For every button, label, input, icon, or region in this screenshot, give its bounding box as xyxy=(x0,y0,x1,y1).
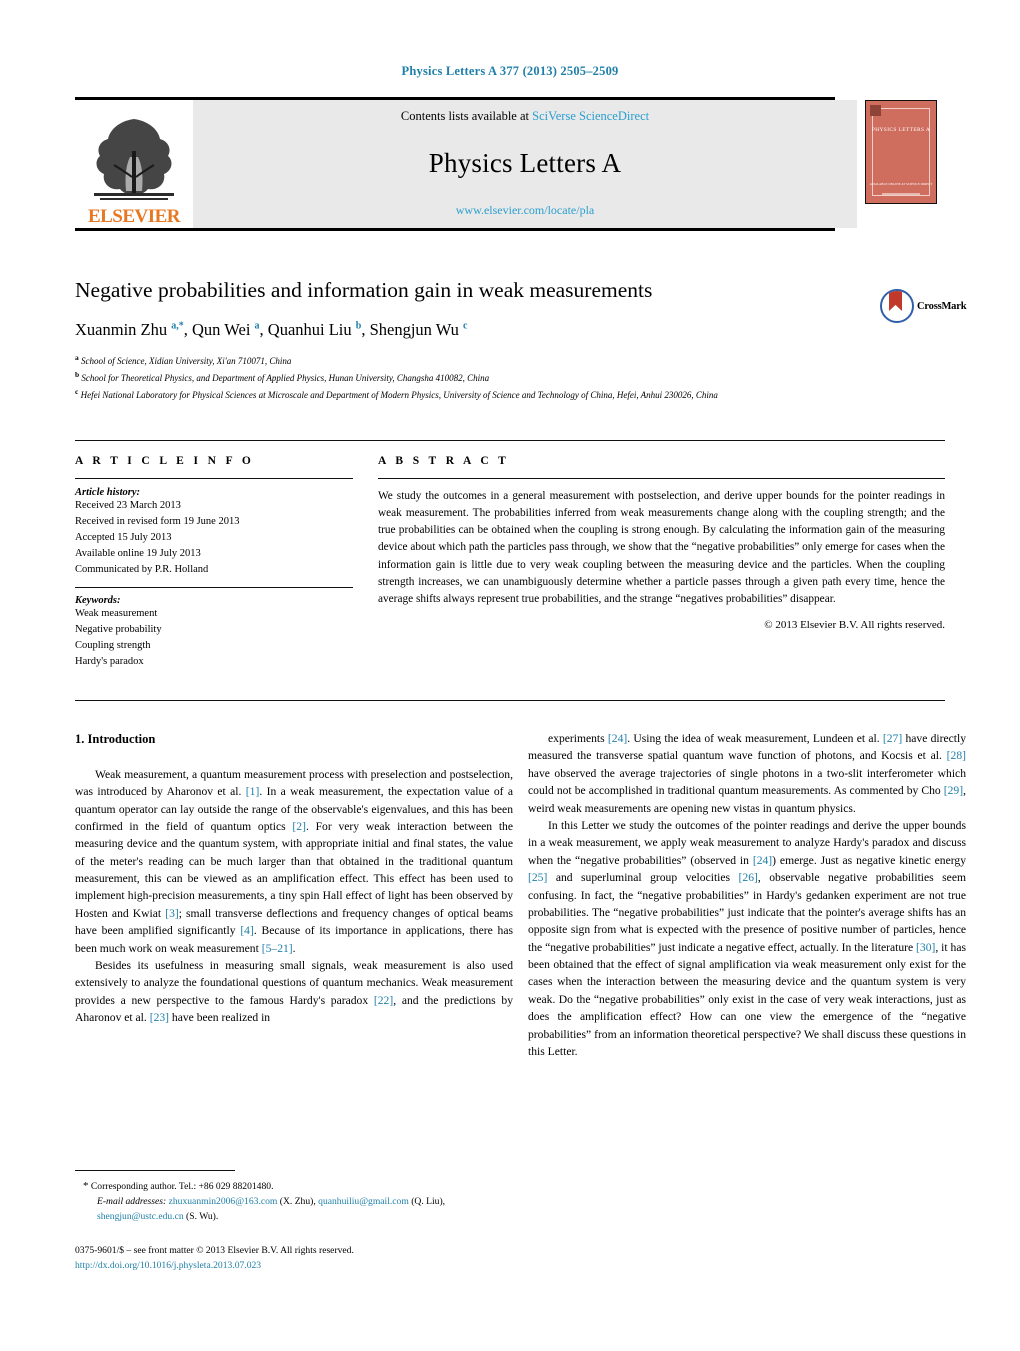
citation-link[interactable]: [28] xyxy=(947,749,966,762)
abstract-text: We study the outcomes in a general measu… xyxy=(378,490,945,605)
keyword-item: Coupling strength xyxy=(75,639,151,651)
footnote-divider xyxy=(75,1170,235,1171)
affiliation-list: a School of Science, Xidian University, … xyxy=(75,352,945,403)
masthead-bottom-rule xyxy=(75,228,835,231)
email-line: E-mail addresses: zhuxuanmin2006@163.com… xyxy=(75,1195,515,1225)
author-name: Quanhui Liu b xyxy=(267,319,362,339)
keywords-divider xyxy=(75,586,353,588)
abstract-copyright: © 2013 Elsevier B.V. All rights reserved… xyxy=(764,619,945,632)
citation-link[interactable]: [27] xyxy=(883,732,902,745)
doi-link[interactable]: http://dx.doi.org/10.1016/j.physleta.201… xyxy=(75,1258,515,1273)
cover-corner-square-icon xyxy=(870,105,881,116)
author-affiliation-mark: c xyxy=(463,320,468,332)
elsevier-wordmark: ELSEVIER xyxy=(87,206,181,227)
affiliation-item: b School for Theoretical Physics, and De… xyxy=(75,369,490,383)
crossmark-badge[interactable]: CrossMark xyxy=(880,282,967,330)
abstract-block: A B S T R A C T We study the outcomes in… xyxy=(378,455,945,631)
article-history-item: Communicated by P.R. Holland xyxy=(75,563,209,575)
keyword-item: Weak measurement xyxy=(75,607,158,619)
author-list: Xuanmin Zhu a,*, Qun Wei a, Quanhui Liu … xyxy=(75,319,468,339)
article-history-item: Accepted 15 July 2013 xyxy=(75,531,172,543)
journal-cover-container: PHYSICS LETTERS A AVAILABLE ONLINE AT SC… xyxy=(857,100,945,228)
colophon: 0375-9601/$ – see front matter © 2013 El… xyxy=(75,1243,515,1274)
journal-masthead: ELSEVIER Contents lists available at Sci… xyxy=(75,97,945,231)
running-head: Physics Letters A 377 (2013) 2505–2509 xyxy=(401,64,619,78)
author-affiliation-mark: a xyxy=(254,320,260,332)
citation-link[interactable]: [30] xyxy=(916,941,935,954)
corresponding-author-text: Corresponding author. Tel.: +86 029 8820… xyxy=(90,1181,274,1192)
body-paragraph: Weak measurement, a quantum measurement … xyxy=(75,767,514,955)
citation-link[interactable]: [2] xyxy=(292,820,306,833)
affiliation-item: a School of Science, Xidian University, … xyxy=(75,352,292,366)
journal-article-first-page: Physics Letters A 377 (2013) 2505–2509 E… xyxy=(0,0,1020,1351)
corresponding-author-footnote: * Corresponding author. Tel.: +86 029 88… xyxy=(75,1178,515,1225)
elsevier-logo: ELSEVIER xyxy=(75,100,193,228)
article-history-item: Received in revised form 19 June 2013 xyxy=(75,515,240,527)
citation-link[interactable]: [25] xyxy=(528,871,547,884)
citation-link[interactable]: [1] xyxy=(246,785,260,798)
cover-footer-text: AVAILABLE ONLINE AT SCIENCE DIRECT xyxy=(869,182,933,187)
abstract-rule xyxy=(378,478,945,479)
contents-prefix: Contents lists available at xyxy=(400,109,533,123)
right-column-paragraphs: experiments [24]. Using the idea of weak… xyxy=(528,730,966,1060)
crossmark-icon xyxy=(880,289,914,323)
body-paragraph: In this Letter we study the outcomes of … xyxy=(528,818,966,1059)
author-name: Shengjun Wu c xyxy=(369,319,468,339)
article-history-item: Received 23 March 2013 xyxy=(75,500,181,511)
abstract-heading: A B S T R A C T xyxy=(378,455,510,467)
email-link[interactable]: shengjun@ustc.edu.cn xyxy=(97,1211,184,1222)
cover-bottom-bar xyxy=(882,193,920,195)
contents-lists-line: Contents lists available at SciVerse Sci… xyxy=(401,109,649,124)
keyword-item: Hardy's paradox xyxy=(75,655,144,667)
citation-link[interactable]: [24] xyxy=(608,732,627,745)
citation-link[interactable]: [29] xyxy=(944,784,963,797)
citation-link[interactable]: [22] xyxy=(374,994,393,1007)
email-addresses-label: E-mail addresses: xyxy=(97,1196,167,1208)
section-title-introduction: 1. Introduction xyxy=(75,732,156,746)
keywords-list: Weak measurement Negative probability Coup… xyxy=(75,606,353,670)
info-bottom-rule xyxy=(75,700,945,701)
email-link[interactable]: quanhuiliu@gmail.com xyxy=(318,1196,409,1207)
journal-url-link[interactable]: www.elsevier.com/locate/pla xyxy=(456,203,595,218)
journal-cover-thumbnail: PHYSICS LETTERS A AVAILABLE ONLINE AT SC… xyxy=(865,100,937,204)
citation-link[interactable]: [24] xyxy=(753,854,772,867)
left-column-paragraphs: Weak measurement, a quantum measurement … xyxy=(75,766,513,1027)
author-name: Qun Wei a xyxy=(192,319,260,339)
crossmark-label: CrossMark xyxy=(917,300,967,312)
masthead-center-panel: Contents lists available at SciVerse Sci… xyxy=(193,100,857,228)
citation-link[interactable]: [26] xyxy=(739,871,758,884)
body-column-left: 1. Introduction Weak measurement, a quan… xyxy=(75,730,513,1027)
body-column-right: experiments [24]. Using the idea of weak… xyxy=(528,730,966,1060)
keywords-label: Keywords: xyxy=(75,594,121,606)
article-info-block: A R T I C L E I N F O Article history: R… xyxy=(75,455,353,670)
title-block: Negative probabilities and information g… xyxy=(75,278,945,403)
sciencedirect-link[interactable]: SciVerse ScienceDirect xyxy=(532,109,649,123)
cover-title-text: PHYSICS LETTERS A xyxy=(871,127,931,133)
info-top-rule xyxy=(75,440,945,441)
author-name: Xuanmin Zhu a,* xyxy=(75,319,184,339)
email-link[interactable]: zhuxuanmin2006@163.com xyxy=(169,1196,278,1207)
journal-title: Physics Letters A xyxy=(428,148,622,178)
keyword-item: Negative probability xyxy=(75,623,162,635)
citation-link[interactable]: [3] xyxy=(165,907,179,920)
citation-link[interactable]: [4] xyxy=(240,924,254,937)
affiliation-item: c Hefei National Laboratory for Physical… xyxy=(75,386,718,400)
article-history-list: Received 23 March 2013 Received in revise… xyxy=(75,498,353,578)
citation-link[interactable]: [23] xyxy=(150,1011,169,1024)
article-history-label: Article history: xyxy=(75,487,141,498)
issn-copyright-line: 0375-9601/$ – see front matter © 2013 El… xyxy=(75,1245,354,1256)
page-title: Negative probabilities and information g… xyxy=(75,278,653,302)
footnote-asterisk: * xyxy=(83,1180,89,1192)
elsevier-tree-icon xyxy=(80,111,188,207)
article-info-heading: A R T I C L E I N F O xyxy=(75,455,255,467)
article-history-item: Available online 19 July 2013 xyxy=(75,547,201,559)
body-paragraph: Besides its usefulness in measuring smal… xyxy=(75,959,513,1025)
body-paragraph: experiments [24]. Using the idea of weak… xyxy=(528,732,967,815)
citation-link[interactable]: [5–21] xyxy=(262,942,293,955)
author-affiliation-mark: a,* xyxy=(171,320,184,332)
author-affiliation-mark: b xyxy=(355,320,362,332)
